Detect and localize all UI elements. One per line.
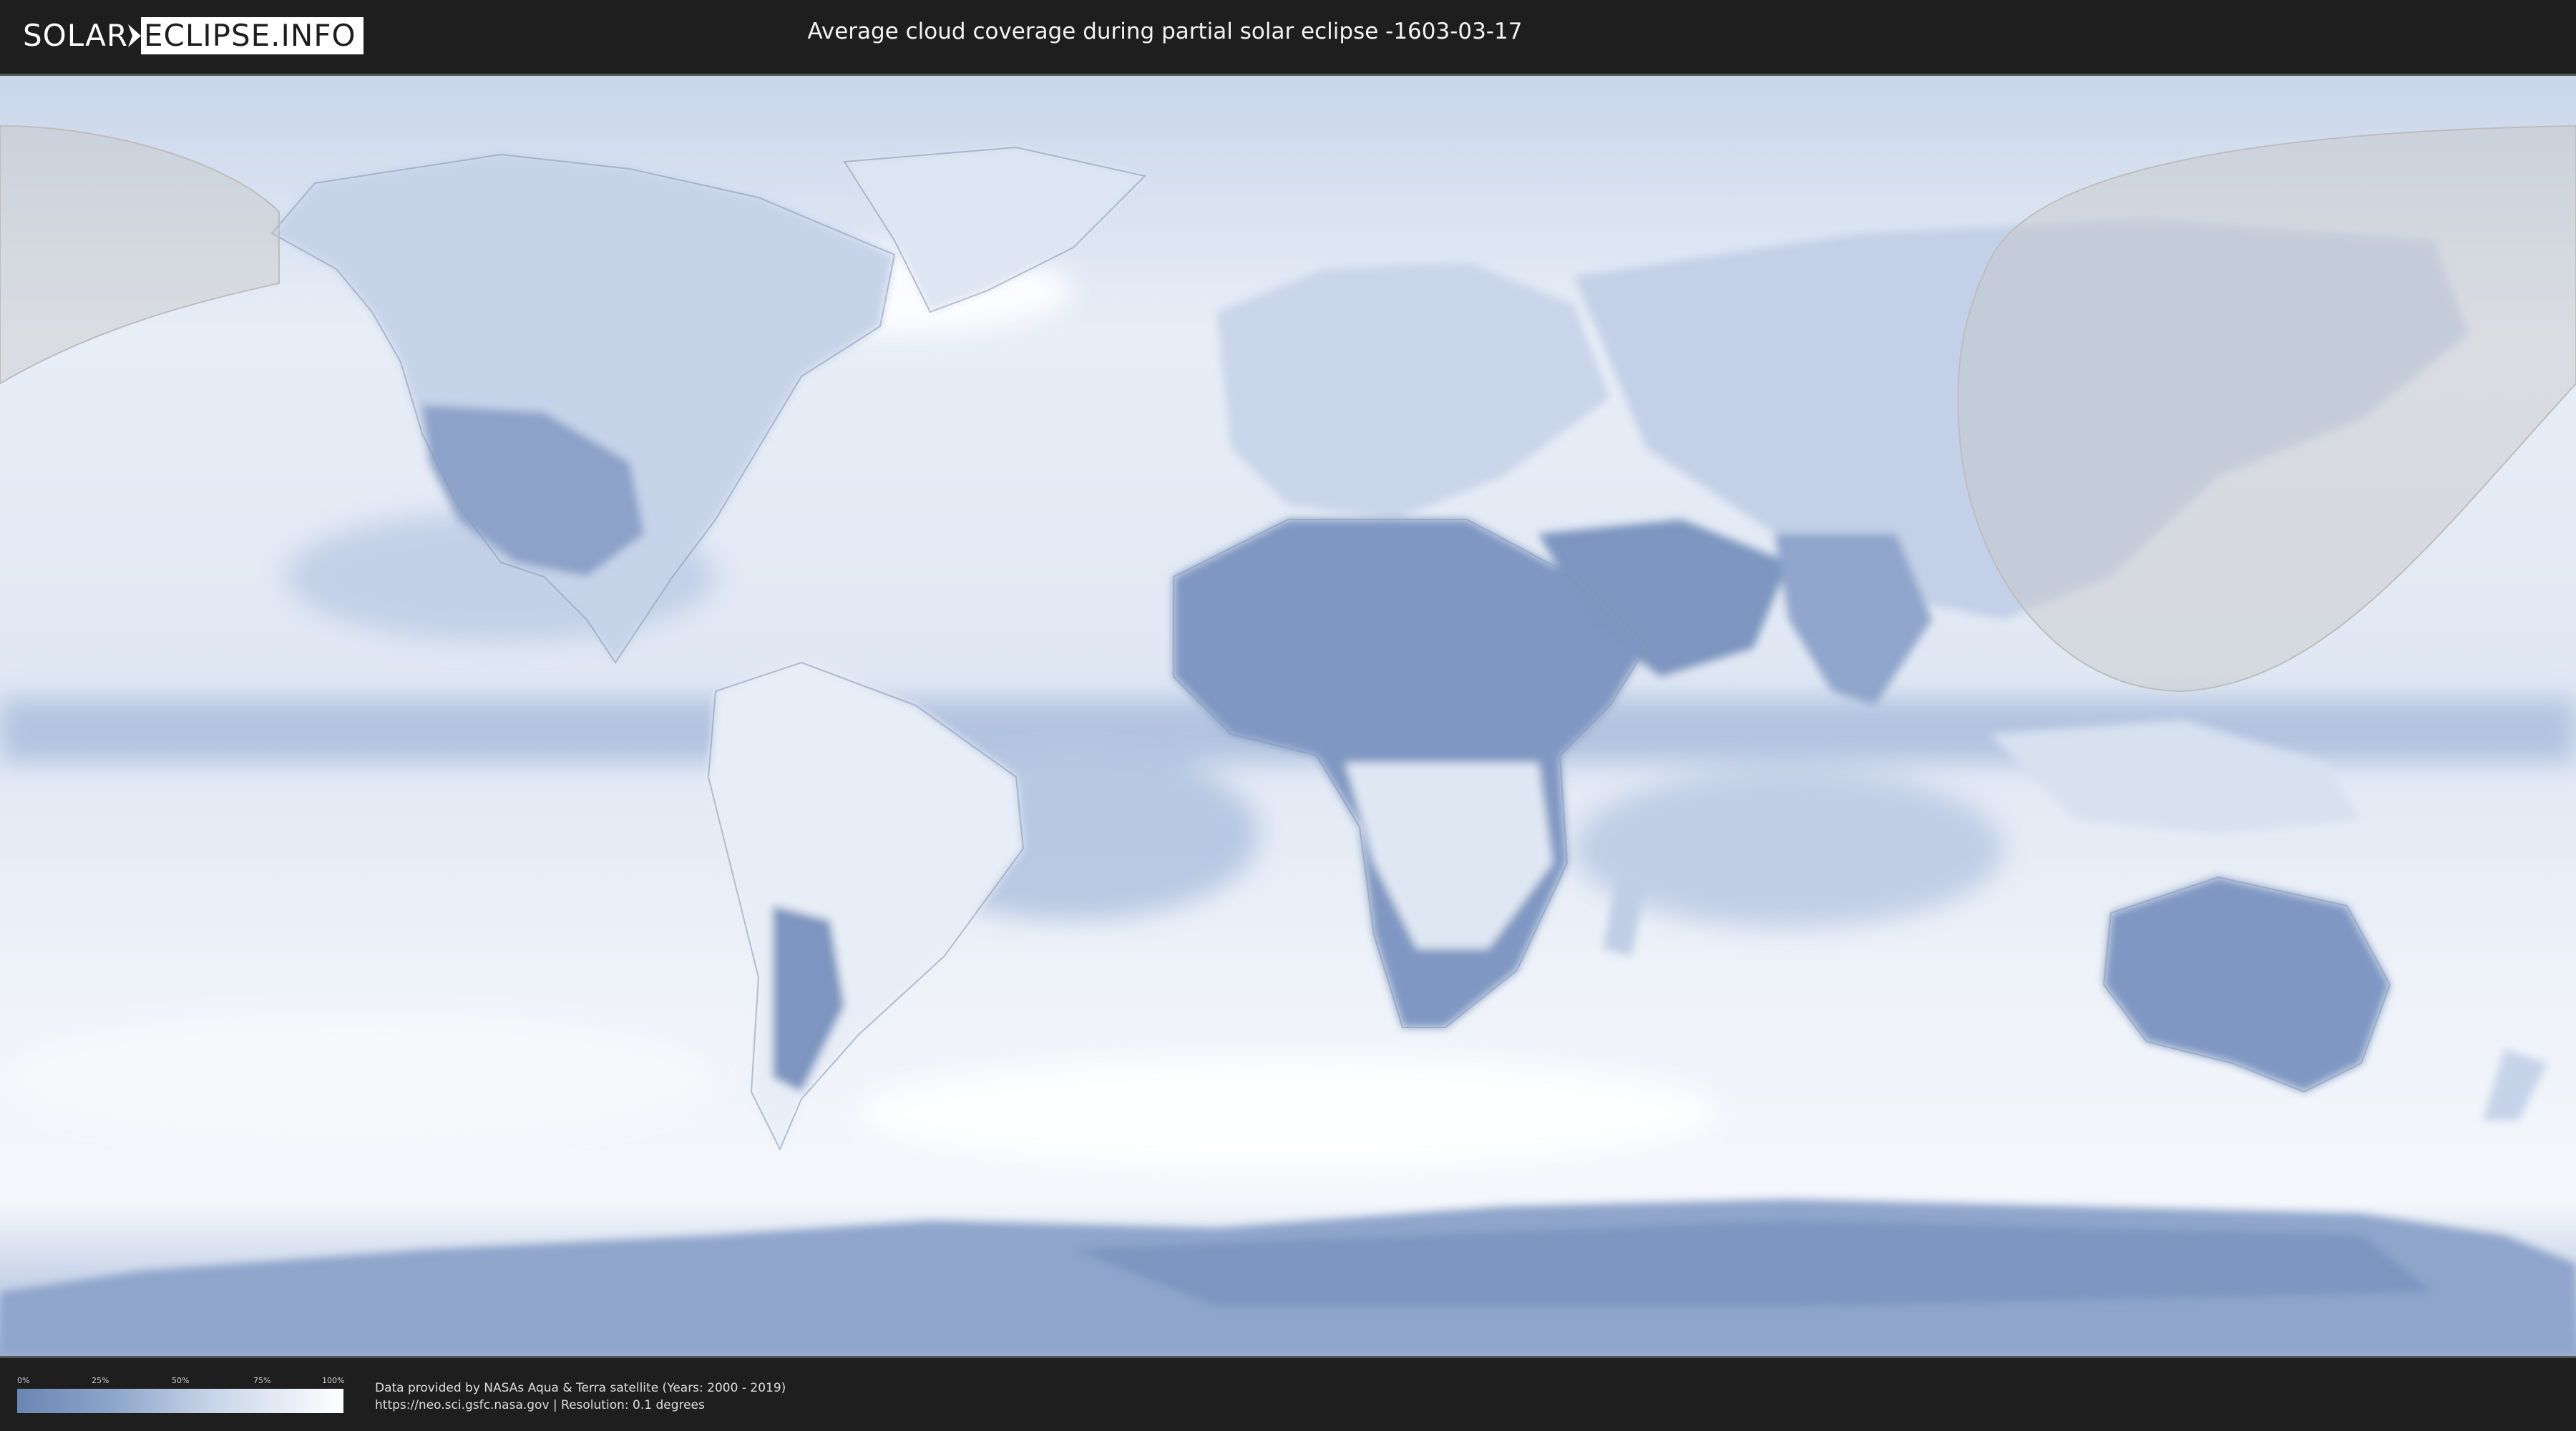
legend-tick-25: 25% <box>92 1376 109 1385</box>
page-title: Average cloud coverage during partial so… <box>807 19 1523 44</box>
header-bar: SOLAR ECLIPSE.INFO Average cloud coverag… <box>0 0 2576 72</box>
cloud-coverage-legend-bar <box>17 1389 343 1413</box>
credits-line-2: https://neo.sci.gsfc.nasa.gov | Resoluti… <box>375 1398 705 1412</box>
credits-line-1: Data provided by NASAs Aqua & Terra sate… <box>375 1381 786 1395</box>
world-map-graphic <box>0 76 2576 1356</box>
legend-tick-75: 75% <box>253 1376 271 1385</box>
data-credits: Data provided by NASAs Aqua & Terra sate… <box>375 1379 786 1414</box>
legend-tick-50: 50% <box>172 1376 190 1385</box>
cloud-coverage-map <box>0 74 2576 1358</box>
legend-tick-labels: 0% 25% 50% 75% 100% <box>17 1376 345 1386</box>
legend-tick-0: 0% <box>17 1376 30 1385</box>
legend-tick-100: 100% <box>322 1376 345 1385</box>
